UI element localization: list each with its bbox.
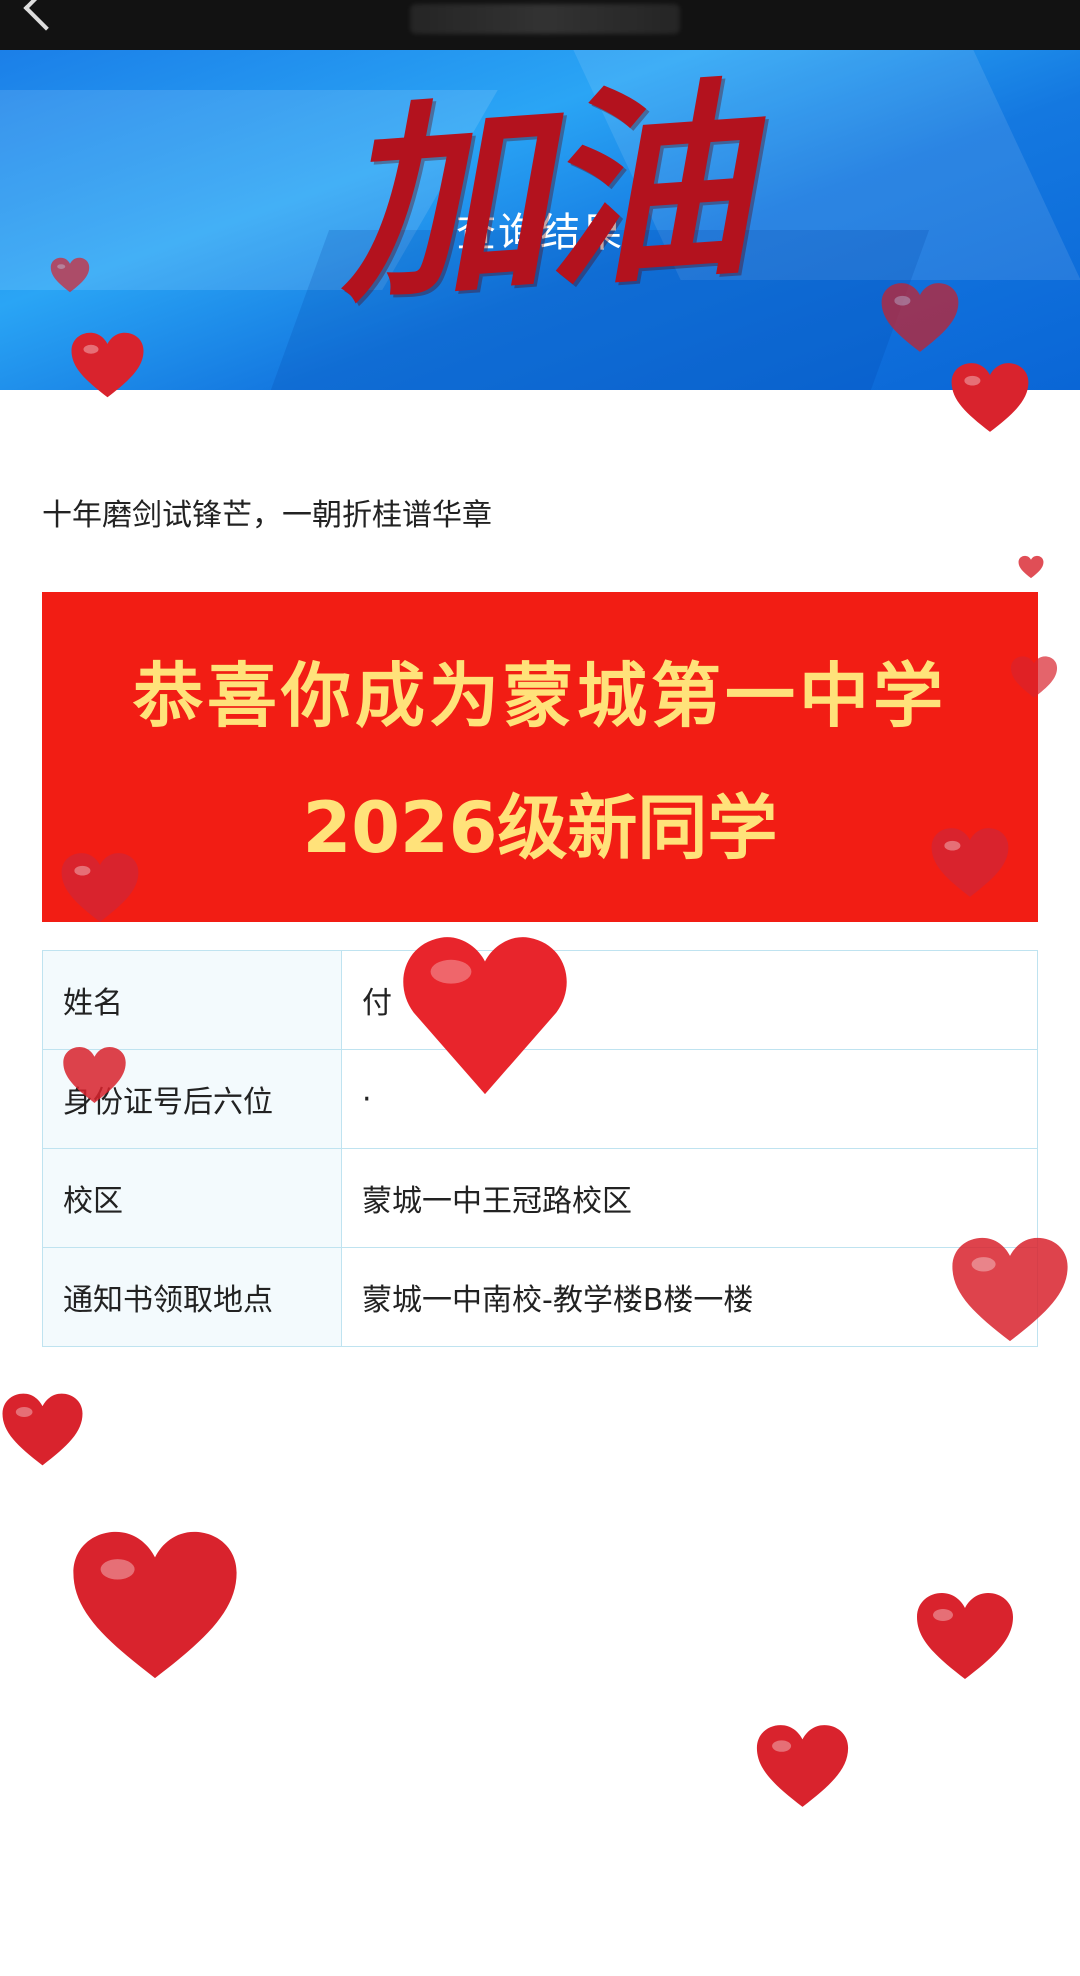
heart-icon [915, 1590, 1015, 1682]
heart-icon [950, 360, 1030, 435]
row-value-campus: 蒙城一中王冠路校区 [341, 1148, 1038, 1248]
heart-icon [1010, 655, 1058, 699]
row-label-pickup: 通知书领取地点 [42, 1247, 342, 1347]
cheer-overlay-text: 加油 [327, 57, 753, 332]
heart-icon [880, 280, 960, 355]
back-arrow-icon[interactable] [23, 0, 69, 31]
congrats-line-2: 2026级新同学 [302, 787, 778, 869]
heart-icon [950, 1232, 1070, 1347]
status-bar [0, 0, 1080, 50]
congrats-line-1: 恭喜你成为蒙城第一中学 [133, 655, 947, 737]
heart-icon [50, 255, 90, 295]
heart-icon [400, 925, 570, 1100]
motto-text: 十年磨剑试锋芒，一朝折桂谱华章 [42, 498, 492, 533]
blurred-title [410, 4, 680, 34]
heart-icon [60, 850, 140, 925]
heart-icon [755, 1722, 850, 1810]
table-row: 通知书领取地点 蒙城一中南校-教学楼B楼一楼 [42, 1247, 1038, 1347]
heart-icon [930, 825, 1010, 900]
row-value-pickup: 蒙城一中南校-教学楼B楼一楼 [341, 1247, 1038, 1347]
heart-icon [1018, 555, 1044, 579]
congrats-banner: 恭喜你成为蒙城第一中学 2026级新同学 [42, 592, 1038, 922]
heart-icon [0, 1392, 85, 1467]
heart-icon [70, 330, 145, 400]
table-row: 校区 蒙城一中王冠路校区 [42, 1148, 1038, 1248]
row-label-name: 姓名 [42, 950, 342, 1050]
heart-icon [62, 1045, 127, 1105]
row-label-campus: 校区 [42, 1148, 342, 1248]
heart-icon [70, 1525, 240, 1685]
